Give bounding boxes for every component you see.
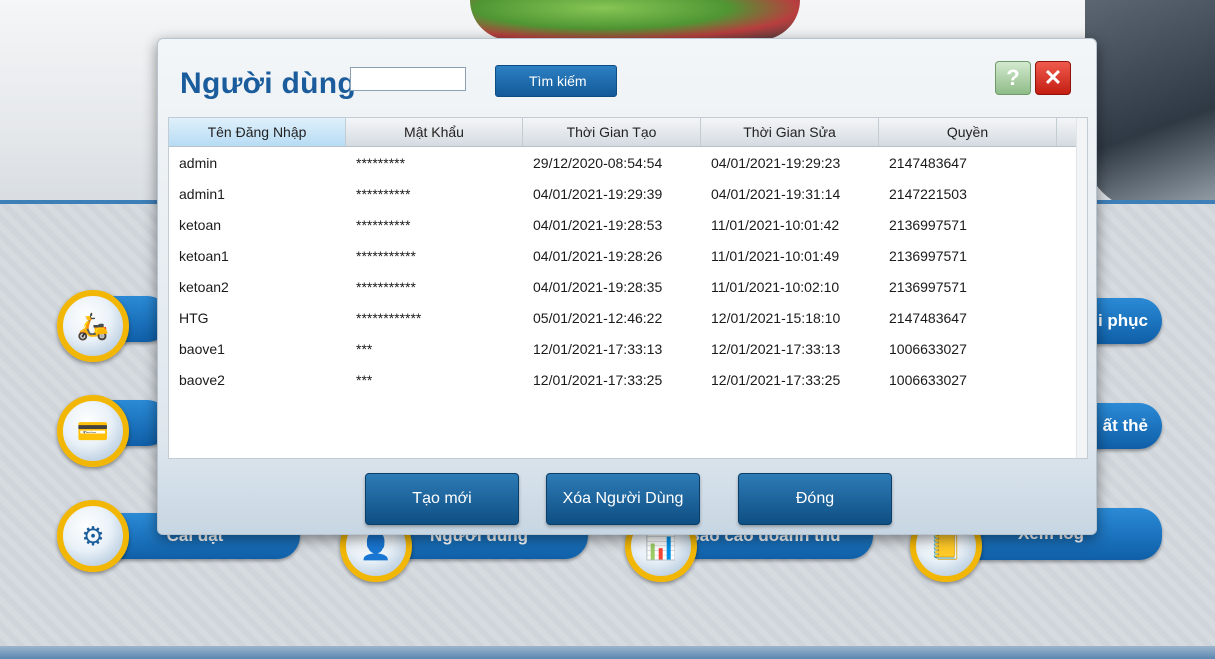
table-row[interactable]: baove2 *** 12/01/2021-17:33:25 12/01/202… xyxy=(169,364,1087,395)
cell-password: ************ xyxy=(356,309,422,326)
search-button[interactable]: Tìm kiếm xyxy=(495,65,617,97)
cell-created: 12/01/2021-17:33:13 xyxy=(533,340,663,357)
menu-label: ất thẻ xyxy=(1102,416,1148,435)
table-row[interactable]: admin ********* 29/12/2020-08:54:54 04/0… xyxy=(169,147,1087,178)
column-header-permission[interactable]: Quyền xyxy=(879,118,1057,146)
cell-username: admin xyxy=(179,154,218,171)
cell-password: ********** xyxy=(356,216,411,233)
menu-label: i phục xyxy=(1097,311,1148,330)
help-icon[interactable]: ? xyxy=(995,61,1031,95)
cell-password: ********* xyxy=(356,154,406,171)
delete-user-label: Xóa Người Dùng xyxy=(562,490,684,507)
column-header-password[interactable]: Mật Khẩu xyxy=(346,118,523,146)
cell-permission: 2147483647 xyxy=(889,154,967,171)
table-row[interactable]: ketoan1 *********** 04/01/2021-19:28:26 … xyxy=(169,240,1087,271)
cell-created: 05/01/2021-12:46:22 xyxy=(533,309,663,326)
cell-permission: 2136997571 xyxy=(889,247,967,264)
motorbike-image xyxy=(470,0,800,40)
cell-modified: 04/01/2021-19:29:23 xyxy=(711,154,841,171)
table-row[interactable]: ketoan ********** 04/01/2021-19:28:53 11… xyxy=(169,209,1087,240)
table-row[interactable]: HTG ************ 05/01/2021-12:46:22 12/… xyxy=(169,302,1087,333)
create-user-button[interactable]: Tạo mới xyxy=(365,473,519,525)
cell-created: 04/01/2021-19:28:53 xyxy=(533,216,663,233)
cell-permission: 2136997571 xyxy=(889,278,967,295)
cell-username: ketoan2 xyxy=(179,278,229,295)
close-dialog-button[interactable]: Đóng xyxy=(738,473,892,525)
cell-username: HTG xyxy=(179,309,209,326)
cell-permission: 1006633027 xyxy=(889,371,967,388)
cell-username: ketoan xyxy=(179,216,222,233)
cell-modified: 11/01/2021-10:01:49 xyxy=(711,247,840,264)
cell-permission: 2147221503 xyxy=(889,185,967,202)
column-header-created[interactable]: Thời Gian Tạo xyxy=(523,118,701,146)
cell-created: 04/01/2021-19:29:39 xyxy=(533,185,663,202)
table-row[interactable]: baove1 *** 12/01/2021-17:33:13 12/01/202… xyxy=(169,333,1087,364)
cell-permission: 1006633027 xyxy=(889,340,967,357)
search-button-label: Tìm kiếm xyxy=(529,73,587,89)
cell-password: *********** xyxy=(356,247,416,264)
dialog-title: Người dùng xyxy=(180,67,357,100)
cell-password: *********** xyxy=(356,278,416,295)
gear-icon[interactable]: ⚙ xyxy=(57,500,129,572)
cell-modified: 12/01/2021-17:33:25 xyxy=(711,371,841,388)
table-scrollbar[interactable] xyxy=(1076,118,1087,458)
table-header: Tên Đăng Nhập Mật Khẩu Thời Gian Tạo Thờ… xyxy=(169,118,1087,147)
cell-username: ketoan1 xyxy=(179,247,229,264)
delete-user-button[interactable]: Xóa Người Dùng xyxy=(546,473,700,525)
scooter-image xyxy=(1085,0,1215,210)
cell-password: ********** xyxy=(356,185,411,202)
cell-created: 04/01/2021-19:28:35 xyxy=(533,278,663,295)
help-label: ? xyxy=(1006,65,1020,90)
cell-modified: 04/01/2021-19:31:14 xyxy=(711,185,841,202)
cell-permission: 2147483647 xyxy=(889,309,967,326)
create-user-label: Tạo mới xyxy=(412,490,472,507)
cell-modified: 11/01/2021-10:02:10 xyxy=(711,278,840,295)
cell-created: 04/01/2021-19:28:26 xyxy=(533,247,663,264)
cell-created: 12/01/2021-17:33:25 xyxy=(533,371,663,388)
cell-modified: 12/01/2021-17:33:13 xyxy=(711,340,841,357)
column-header-username[interactable]: Tên Đăng Nhập xyxy=(169,118,346,146)
close-icon[interactable]: ✕ xyxy=(1035,61,1071,95)
table-row[interactable]: admin1 ********** 04/01/2021-19:29:39 04… xyxy=(169,178,1087,209)
scooter-icon[interactable]: 🛵 xyxy=(57,290,129,362)
cell-modified: 12/01/2021-15:18:10 xyxy=(711,309,841,326)
cell-username: baove1 xyxy=(179,340,225,357)
close-label: ✕ xyxy=(1043,65,1063,90)
cell-username: baove2 xyxy=(179,371,225,388)
column-header-modified[interactable]: Thời Gian Sửa xyxy=(701,118,879,146)
cell-permission: 2136997571 xyxy=(889,216,967,233)
users-table: Tên Đăng Nhập Mật Khẩu Thời Gian Tạo Thờ… xyxy=(168,117,1088,459)
close-dialog-label: Đóng xyxy=(795,490,835,507)
cell-created: 29/12/2020-08:54:54 xyxy=(533,154,663,171)
cell-password: *** xyxy=(356,340,373,357)
cell-password: *** xyxy=(356,371,373,388)
search-input[interactable] xyxy=(350,67,466,91)
users-dialog: Người dùng Tìm kiếm ? ✕ Tên Đăng Nhập Mậ… xyxy=(157,38,1097,535)
table-row[interactable]: ketoan2 *********** 04/01/2021-19:28:35 … xyxy=(169,271,1087,302)
cell-modified: 11/01/2021-10:01:42 xyxy=(711,216,840,233)
bottom-bar xyxy=(0,646,1215,659)
cell-username: admin1 xyxy=(179,185,225,202)
card-icon[interactable]: 💳 xyxy=(57,395,129,467)
